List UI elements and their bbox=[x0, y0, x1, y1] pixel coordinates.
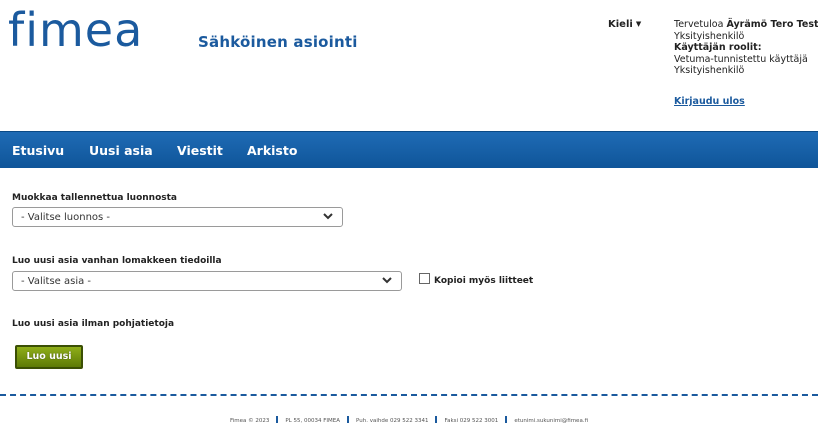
draft-select-value: - Valitse luonnos - bbox=[21, 212, 111, 223]
footer-separator bbox=[347, 416, 349, 423]
footer-separator bbox=[276, 416, 279, 423]
footer-separator bbox=[435, 416, 438, 423]
draft-section-label: Muokkaa tallennettua luonnosta bbox=[12, 193, 177, 203]
roles-label: Käyttäjän roolit: bbox=[674, 42, 762, 53]
nav-item-uusi-asia[interactable]: Uusi asia bbox=[89, 143, 153, 158]
welcome-prefix: Tervetuloa bbox=[674, 19, 724, 30]
old-form-section-label: Luo uusi asia vanhan lomakkeen tiedoilla bbox=[12, 256, 222, 266]
main-nav: Etusivu Uusi asia Viestit Arkisto bbox=[0, 131, 818, 168]
nav-item-arkisto[interactable]: Arkisto bbox=[247, 143, 297, 158]
user-info: Tervetuloa Äyrämö Tero Test Yksityishenk… bbox=[674, 19, 818, 77]
site-title: Sähköinen asiointi bbox=[198, 33, 358, 51]
user-type: Yksityishenkilö bbox=[674, 30, 745, 42]
nav-item-viestit[interactable]: Viestit bbox=[177, 143, 223, 158]
language-menu[interactable]: Kieli ▼ bbox=[608, 19, 641, 30]
welcome-line: Tervetuloa Äyrämö Tero Test bbox=[674, 19, 818, 31]
footer-phone: Puh. vaihde 029 522 3341 bbox=[356, 418, 429, 424]
footer: Fimea © 2023 PL 55, 00034 FIMEA Puh. vaihd… bbox=[0, 416, 818, 424]
logout-link[interactable]: Kirjaudu ulos bbox=[674, 96, 745, 107]
copy-attachments-label: Kopioi myös liitteet bbox=[434, 276, 534, 286]
footer-email[interactable]: etunimi.sukunimi@fimea.fi bbox=[514, 418, 588, 424]
language-label: Kieli bbox=[608, 19, 633, 30]
old-form-select-value: - Valitse asia - bbox=[21, 276, 92, 287]
svg-text:fimea: fimea bbox=[8, 6, 143, 54]
caret-down-icon: ▼ bbox=[635, 20, 642, 28]
footer-fax: Faksi 029 522 3001 bbox=[444, 418, 499, 424]
blank-section-label: Luo uusi asia ilman pohjatietoja bbox=[12, 319, 175, 329]
fimea-logo[interactable]: fimea bbox=[8, 6, 170, 54]
copy-attachments-checkbox[interactable] bbox=[419, 273, 430, 284]
old-form-select[interactable]: - Valitse asia - bbox=[12, 271, 402, 291]
chevron-down-icon bbox=[323, 213, 333, 220]
footer-divider bbox=[0, 394, 818, 396]
user-name: Äyrämö Tero Test bbox=[726, 19, 818, 30]
role-item: Yksityishenkilö bbox=[674, 65, 745, 76]
nav-item-etusivu[interactable]: Etusivu bbox=[12, 143, 64, 158]
footer-address: PL 55, 00034 FIMEA bbox=[285, 418, 340, 424]
role-item: Vetuma-tunnistettu käyttäjä bbox=[674, 53, 808, 65]
copy-attachments-option[interactable]: Kopioi myös liitteet bbox=[419, 273, 533, 286]
create-new-button[interactable]: Luo uusi bbox=[15, 345, 83, 369]
page: fimea Sähköinen asiointi Kieli ▼ Tervetul… bbox=[0, 0, 818, 425]
draft-select[interactable]: - Valitse luonnos - bbox=[12, 207, 343, 227]
footer-copyright: Fimea © 2023 bbox=[229, 418, 270, 424]
footer-separator bbox=[505, 416, 508, 423]
chevron-down-icon bbox=[382, 277, 392, 284]
